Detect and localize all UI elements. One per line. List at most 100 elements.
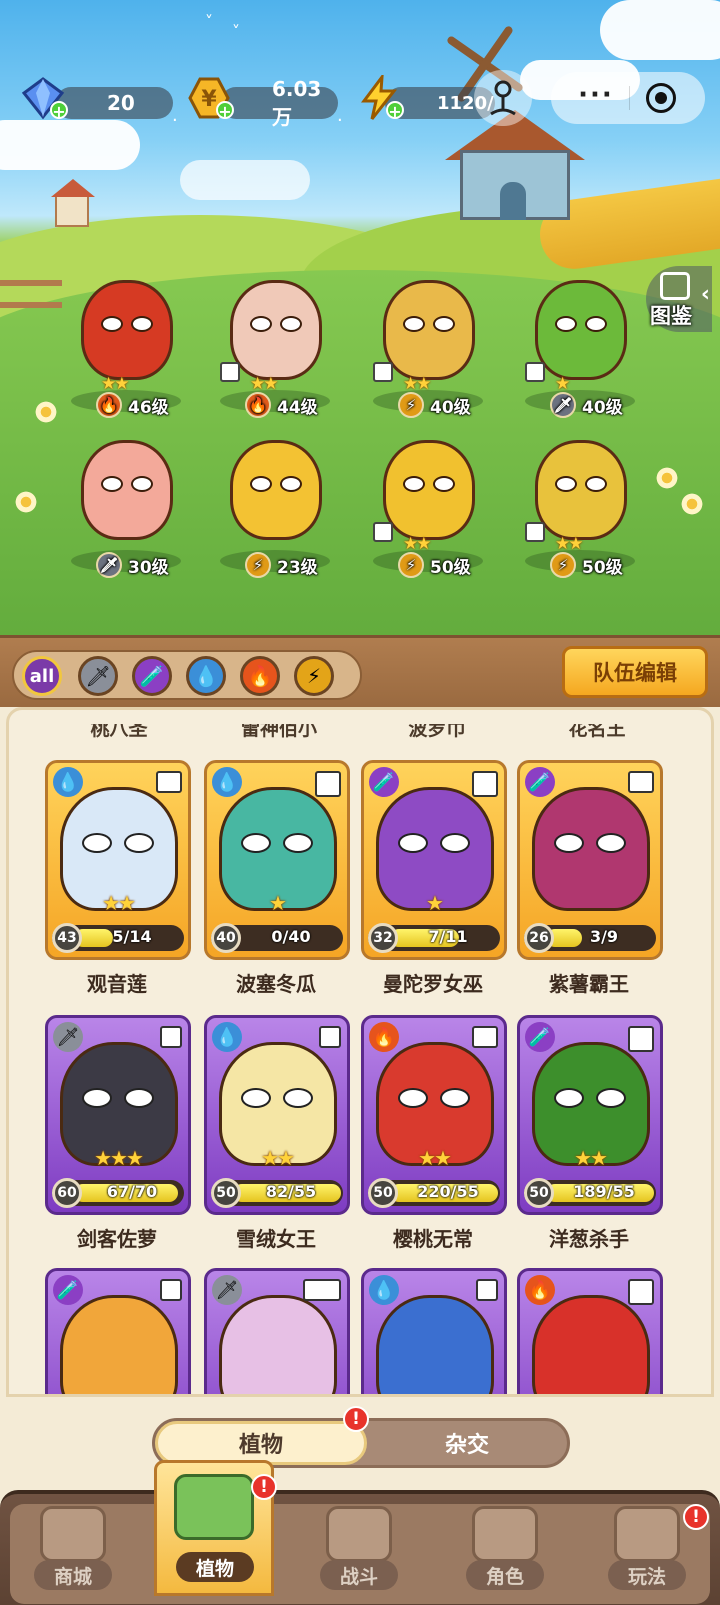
- character-icon: [472, 1506, 538, 1562]
- plant-card[interactable]: 💧 ★★ 43 5/14: [45, 760, 191, 960]
- card-progress-bar: 43 5/14: [52, 923, 184, 953]
- hero-slot[interactable]: ★ 🗡 40级: [500, 270, 650, 430]
- potion-icon: 🧪: [525, 1022, 555, 1052]
- tab-plants[interactable]: 植物: [155, 1421, 367, 1465]
- plant-card[interactable]: 🔥 ★★ 50 220/55: [361, 1015, 507, 1215]
- nav-shop[interactable]: 商城: [12, 1500, 132, 1596]
- potion-icon: 🧪: [139, 664, 165, 688]
- filter-water[interactable]: 💧: [186, 656, 226, 696]
- slot-shape-icon: [303, 1279, 341, 1301]
- filter-sword[interactable]: 🗡: [78, 656, 118, 696]
- crossed-swords-icon: [326, 1506, 392, 1562]
- card-portrait: [376, 1295, 494, 1394]
- atlas-button[interactable]: ‹ 图鉴: [646, 266, 712, 332]
- nav-label: 商城: [34, 1560, 112, 1590]
- card-level: 50: [368, 1178, 398, 1208]
- hero-avatar: [81, 280, 173, 380]
- gems-counter: 20: [55, 87, 173, 119]
- energy-add-button[interactable]: +: [356, 72, 404, 121]
- bottom-nav: 商城 植物 战斗 角色 玩法: [0, 1460, 720, 1605]
- close-program-button[interactable]: [646, 83, 676, 113]
- potion-icon: 🧪: [369, 767, 399, 797]
- hero-slot[interactable]: ★★ ⚡ 50级: [348, 430, 498, 590]
- plant-card-list[interactable]: 桃八圣 雷神佰小 波罗巾 花名王 💧 ★★ 43 5/14 观音莲 💧 ★ 40 0…: [6, 707, 714, 1397]
- card-progress: 0/40: [271, 927, 311, 946]
- element-filter-group: all 🗡 🧪 💧 🔥 ⚡: [12, 650, 362, 700]
- coin-add-button[interactable]: ¥ +: [186, 75, 234, 121]
- lightning-icon: ⚡: [398, 392, 424, 418]
- plant-card[interactable]: 🧪: [45, 1268, 191, 1394]
- slot-shape-icon: [628, 1026, 654, 1052]
- hero-avatar: [230, 440, 322, 540]
- chevron-left-icon: ‹: [700, 282, 710, 307]
- fire-icon: 🔥: [247, 664, 273, 688]
- fire-icon: 🔥: [369, 1022, 399, 1052]
- filter-potion[interactable]: 🧪: [132, 656, 172, 696]
- card-progress-bar: 50 220/55: [368, 1178, 500, 1208]
- sword-icon: 🗡: [53, 1022, 83, 1052]
- hero-slot[interactable]: ★★ 🔥 44级: [195, 270, 345, 430]
- plant-card[interactable]: 🔥: [517, 1268, 663, 1394]
- star-book-icon: [660, 272, 690, 300]
- hero-level: 23级: [277, 557, 318, 578]
- hero-level: 44级: [277, 397, 318, 418]
- sword-icon: 🗡: [212, 1275, 242, 1305]
- card-level: 32: [368, 923, 398, 953]
- nav-characters[interactable]: 角色: [444, 1500, 564, 1596]
- gems-value: 20: [107, 91, 135, 115]
- more-options-button[interactable]: ···: [571, 80, 621, 116]
- card-stars: ★★: [574, 1146, 608, 1170]
- plant-card[interactable]: 🗡: [204, 1268, 350, 1394]
- hero-slot[interactable]: ★★ ⚡ 40级: [348, 270, 498, 430]
- filter-lightning[interactable]: ⚡: [294, 656, 334, 696]
- team-edit-button[interactable]: 队伍编辑: [562, 646, 708, 698]
- card-stars: ★★: [102, 891, 136, 915]
- plant-card[interactable]: 🧪 26 3/9: [517, 760, 663, 960]
- fire-icon: 🔥: [96, 392, 122, 418]
- lightning-icon: ⚡: [245, 552, 271, 578]
- gem-add-button[interactable]: +: [20, 75, 68, 121]
- filter-all[interactable]: all: [22, 656, 62, 696]
- tab-hybrid[interactable]: 杂交: [367, 1421, 567, 1465]
- slot-shape-icon: [476, 1279, 498, 1301]
- hero-avatar: [81, 440, 173, 540]
- plant-card[interactable]: 💧: [361, 1268, 507, 1394]
- alert-badge: !: [683, 1504, 709, 1530]
- card-progress-bar: 32 7/11: [368, 923, 500, 953]
- card-progress: 3/9: [589, 927, 619, 946]
- plants-icon: [174, 1474, 254, 1540]
- hero-slot[interactable]: 🗡 30级: [46, 430, 196, 590]
- alert-badge: !: [343, 1406, 369, 1432]
- slot-shape-icon: [472, 1026, 498, 1048]
- hero-level: 40级: [582, 397, 623, 418]
- hero-stars: ★★: [403, 374, 432, 394]
- hero-slot[interactable]: ★★ 🔥 46级: [46, 270, 196, 430]
- water-drop-icon: 💧: [193, 664, 219, 688]
- coins-value: 6.03万: [272, 76, 322, 129]
- hero-level: 30级: [128, 557, 169, 578]
- gameplay-icon: [614, 1506, 680, 1562]
- card-name: 樱桃无常: [393, 1227, 473, 1251]
- coins-counter: 6.03万: [220, 77, 338, 129]
- card-name: 雪绒女王: [236, 1227, 316, 1251]
- lightning-icon: ⚡: [398, 552, 424, 578]
- fire-icon: 🔥: [245, 392, 271, 418]
- hero-slot[interactable]: ⚡ 23级: [195, 430, 345, 590]
- plant-card[interactable]: 🧪 ★ 32 7/11: [361, 760, 507, 960]
- filter-fire[interactable]: 🔥: [240, 656, 280, 696]
- card-name: 洋葱杀手: [549, 1227, 629, 1251]
- hero-slot[interactable]: ★★ ⚡ 50级: [500, 430, 650, 590]
- plant-card[interactable]: 🧪 ★★ 50 189/55: [517, 1015, 663, 1215]
- nav-battle[interactable]: 战斗: [298, 1500, 418, 1596]
- atlas-label: 图鉴: [650, 304, 692, 328]
- plant-card[interactable]: 💧 ★ 40 0/40: [204, 760, 350, 960]
- plant-card[interactable]: 💧 ★★ 50 82/55: [204, 1015, 350, 1215]
- profile-button[interactable]: [474, 70, 532, 126]
- card-level: 60: [52, 1178, 82, 1208]
- card-portrait: [219, 1295, 337, 1394]
- plant-card[interactable]: 🗡 ★★★ 60 67/70: [45, 1015, 191, 1215]
- hero-avatar: [230, 280, 322, 380]
- card-name: 桃八圣: [90, 724, 148, 738]
- water-drop-icon: 💧: [212, 1022, 242, 1052]
- hero-avatar: [535, 280, 627, 380]
